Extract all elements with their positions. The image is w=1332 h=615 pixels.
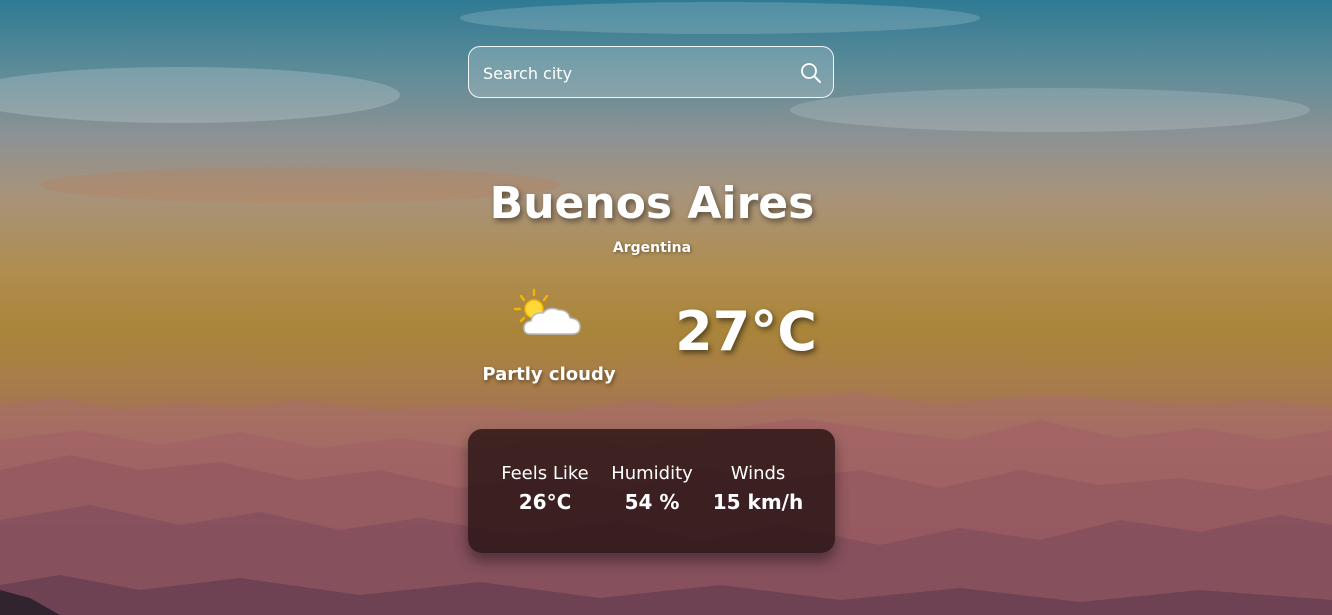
search-icon[interactable] [799,61,823,85]
winds-stat: Winds 15 km/h [708,463,808,514]
winds-value: 15 km/h [712,490,804,514]
country-name: Argentina [612,240,692,256]
weather-condition: Partly cloudy [482,364,616,385]
search-input[interactable] [481,47,795,99]
search-box [468,46,834,99]
feels-like-value: 26°C [518,490,572,514]
humidity-value: 54 % [624,490,680,514]
humidity-label: Humidity [611,463,693,484]
feels-like-label: Feels Like [501,463,589,484]
winds-label: Winds [730,463,786,484]
partly-cloudy-icon [513,288,581,335]
current-temperature: 27°C [675,300,817,363]
feels-like-stat: Feels Like 26°C [494,463,596,514]
city-name: Buenos Aires [489,178,815,229]
weather-details-card: Feels Like 26°C Humidity 54 % Winds 15 k… [468,429,835,553]
humidity-stat: Humidity 54 % [606,463,698,514]
